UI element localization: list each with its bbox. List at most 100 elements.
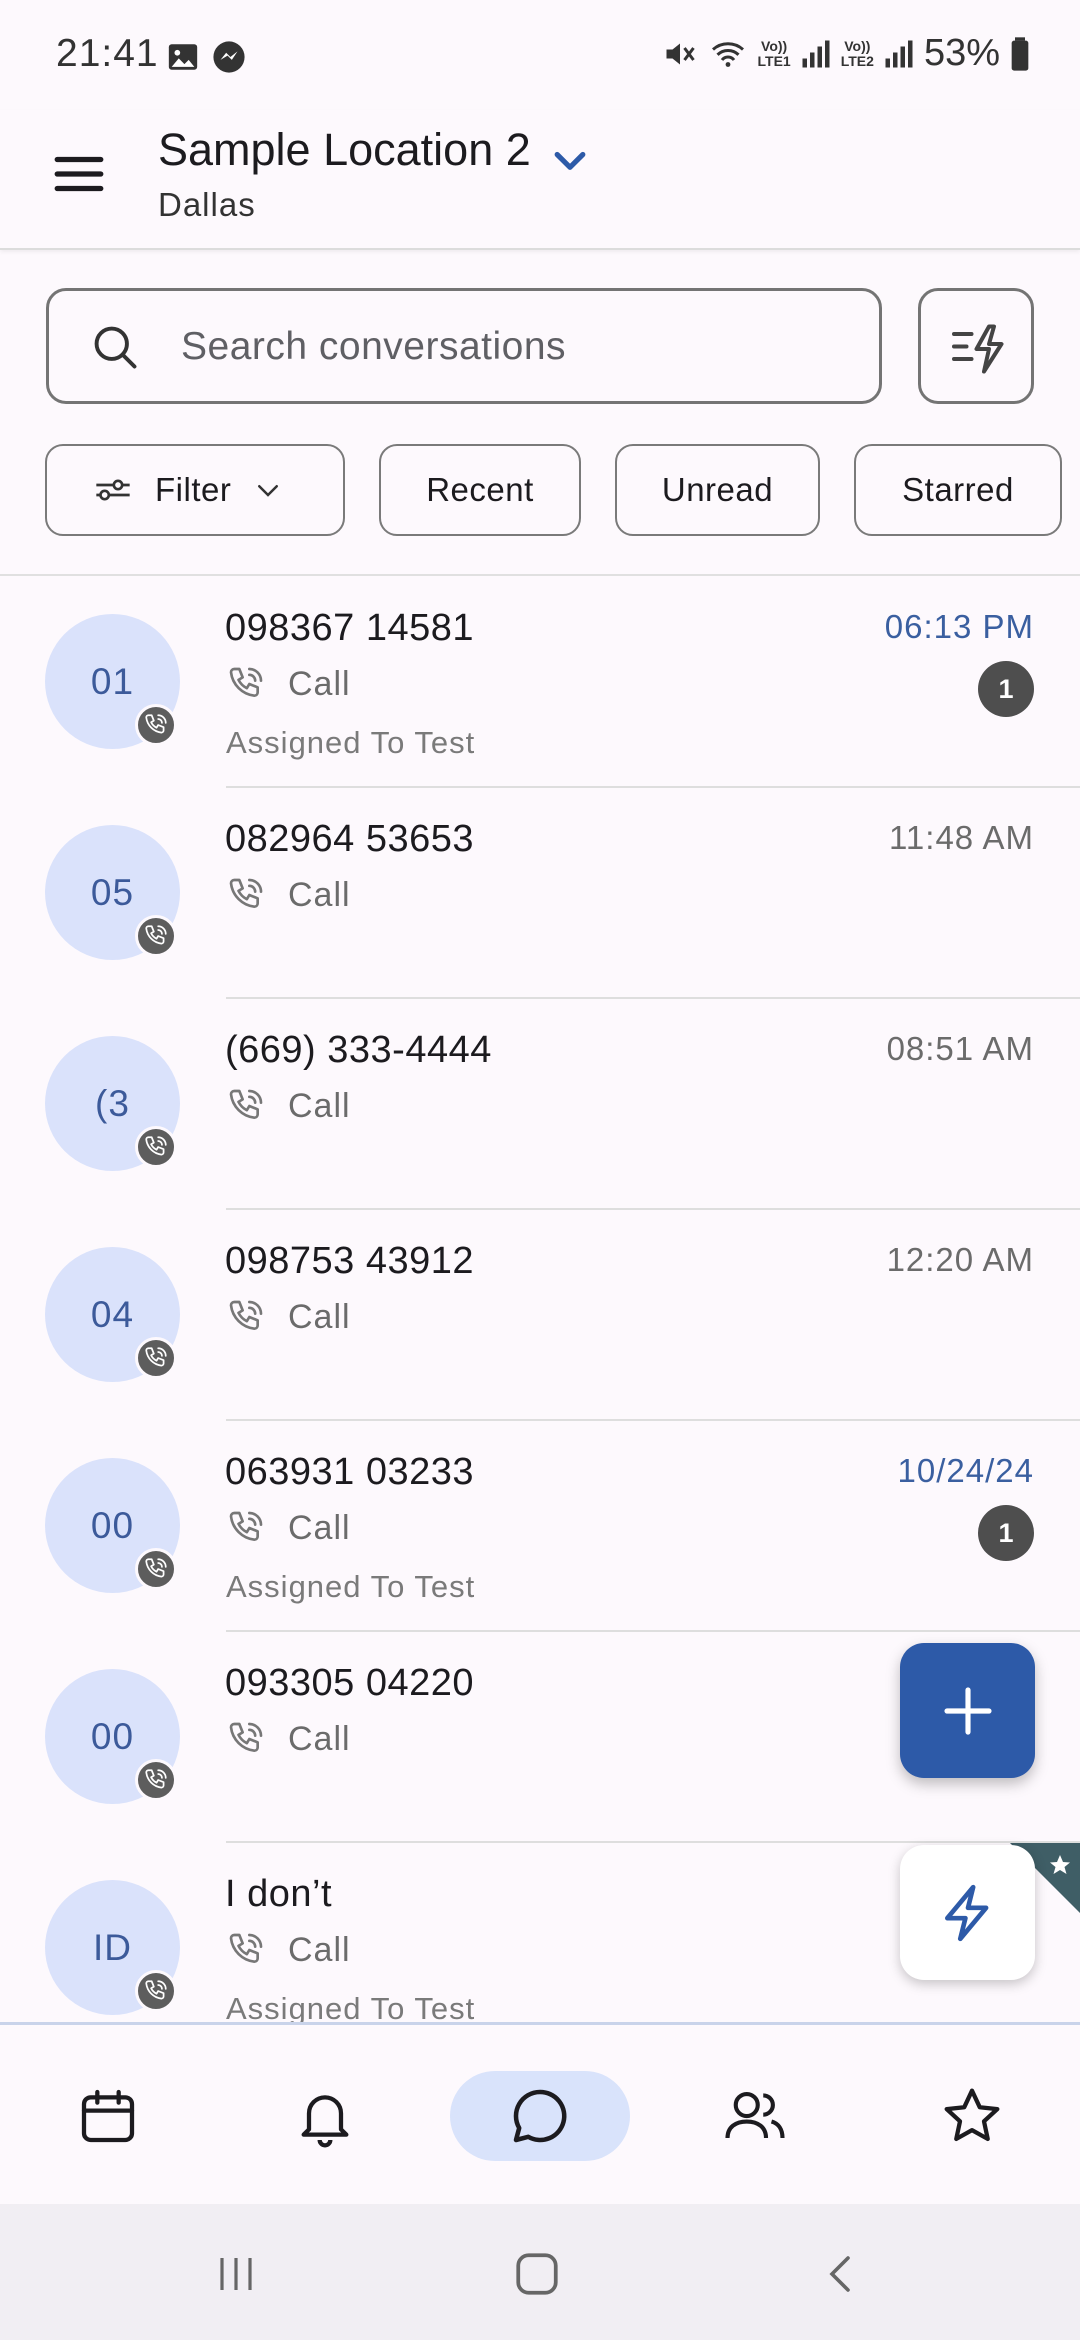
status-bar: 21:41 Vo)) LTE1 Vo)) LTE2 53% (0, 0, 1080, 110)
bolt-icon (944, 1884, 988, 1941)
search-input[interactable] (181, 311, 861, 383)
recent-apps-button[interactable] (206, 2244, 266, 2304)
battery-icon (1011, 36, 1029, 71)
nav-starred[interactable] (927, 2071, 1017, 2161)
phone-icon (226, 875, 266, 920)
phone-icon (226, 1086, 266, 1131)
nav-notifications[interactable] (280, 2071, 370, 2161)
plus-icon (943, 1686, 992, 1735)
phone-icon (226, 1930, 266, 1975)
conversation-row[interactable]: 04 098753 43912 Call 12:20 AM (0, 1210, 1080, 1421)
unread-chip-label: Unread (661, 471, 774, 508)
status-time: 21:41 (56, 32, 159, 75)
call-channel-badge (135, 1337, 177, 1379)
phone-icon (226, 664, 266, 709)
recent-apps-icon (220, 2258, 252, 2290)
back-button[interactable] (812, 2244, 872, 2304)
chevron-down-icon (258, 485, 279, 497)
contact-name: 098753 43912 (225, 1240, 475, 1282)
nav-conversations[interactable] (495, 2071, 585, 2161)
timestamp: 11:48 AM (889, 819, 1034, 856)
conversation-row[interactable]: 01 098367 14581 Call Assigned To Test 06:13 … (0, 577, 1080, 788)
phone-icon (226, 1297, 266, 1342)
timestamp: 08:51 AM (886, 1030, 1034, 1067)
unread-chip[interactable]: Unread (615, 444, 820, 536)
phone-icon (145, 714, 167, 734)
location-title[interactable]: Sample Location 2 (158, 124, 531, 176)
starred-chip[interactable]: Starred (854, 444, 1062, 536)
nav-calendar[interactable] (63, 2071, 153, 2161)
call-channel-badge (135, 1759, 177, 1801)
contact-name: 063931 03233 (225, 1451, 475, 1493)
bell-icon (301, 2095, 349, 2148)
conversation-type: Call (288, 876, 351, 914)
quick-action-button[interactable] (900, 1845, 1035, 1980)
signal-icon (885, 40, 913, 67)
conversation-row[interactable]: 00 063931 03233 Call Assigned To Test 10/24/… (0, 1421, 1080, 1632)
conversation-type: Call (288, 1509, 351, 1547)
unread-count-badge: 1 (978, 661, 1034, 717)
menu-icon[interactable] (50, 145, 108, 203)
quick-reply-icon (952, 324, 1004, 374)
sim2-label: Vo)) LTE2 (840, 37, 874, 69)
timestamp: 10/24/24 (897, 1452, 1034, 1489)
chat-icon (513, 2089, 567, 2143)
timestamp: 06:13 PM (884, 608, 1034, 645)
recent-chip-label: Recent (426, 471, 534, 508)
timestamp: 12:20 AM (886, 1241, 1034, 1278)
conversation-type: Call (288, 665, 351, 703)
system-navigation-bar (0, 2204, 1080, 2340)
phone-icon (226, 1719, 266, 1764)
call-channel-badge (135, 1970, 177, 2012)
call-channel-badge (135, 915, 177, 957)
assigned-label: Assigned To Test (226, 1569, 476, 1604)
contact-name: (669) 333-4444 (225, 1029, 492, 1071)
conversation-type: Call (288, 1087, 351, 1125)
filter-chip-label: Filter (155, 471, 232, 508)
phone-icon (145, 925, 167, 945)
conversation-type: Call (288, 1931, 351, 1969)
conversation-row[interactable]: 05 082964 53653 Call 11:48 AM (0, 788, 1080, 999)
search-box[interactable] (46, 288, 882, 404)
search-icon (94, 326, 137, 369)
recent-chip[interactable]: Recent (379, 444, 581, 536)
conversation-row[interactable]: (3 (669) 333-4444 Call 08:51 AM (0, 999, 1080, 1210)
wifi-icon (711, 41, 744, 67)
contact-name: 082964 53653 (225, 818, 475, 860)
starred-chip-label: Starred (902, 471, 1014, 508)
list-top-divider (0, 574, 1080, 576)
phone-icon (226, 1508, 266, 1553)
back-icon (829, 2256, 850, 2292)
home-icon (516, 2253, 558, 2295)
app-header: Sample Location 2 Dallas (0, 110, 1080, 250)
nav-contacts[interactable] (710, 2071, 800, 2161)
home-button[interactable] (507, 2244, 567, 2304)
conversation-type: Call (288, 1298, 351, 1336)
phone-icon (145, 1347, 167, 1367)
phone-icon (145, 1769, 167, 1789)
contacts-icon (725, 2091, 785, 2139)
unread-count-badge: 1 (978, 1505, 1034, 1561)
contact-name: 093305 04220 (225, 1662, 475, 1704)
call-channel-badge (135, 1548, 177, 1590)
contact-name: I don’t (225, 1873, 333, 1915)
phone-icon (145, 1980, 167, 2000)
messenger-icon (213, 41, 245, 73)
sim1-label: Vo)) LTE1 (757, 37, 791, 69)
calendar-icon (81, 2089, 135, 2143)
assigned-label: Assigned To Test (226, 725, 476, 760)
filter-chip[interactable]: Filter (45, 444, 345, 536)
battery-percent: 53% (923, 32, 1000, 74)
quick-reply-button[interactable] (918, 288, 1034, 404)
phone-icon (145, 1136, 167, 1156)
conversation-type: Call (288, 1720, 351, 1758)
bottom-navigation (0, 2022, 1080, 2204)
mute-icon (666, 43, 695, 64)
status-right-group: Vo)) LTE1 Vo)) LTE2 53% (662, 32, 1030, 75)
new-conversation-button[interactable] (900, 1643, 1035, 1778)
gallery-icon (168, 44, 198, 70)
location-subtitle: Dallas (158, 186, 256, 223)
signal-icon (802, 40, 830, 67)
chevron-down-icon[interactable] (548, 138, 592, 182)
contact-name: 098367 14581 (225, 607, 475, 649)
